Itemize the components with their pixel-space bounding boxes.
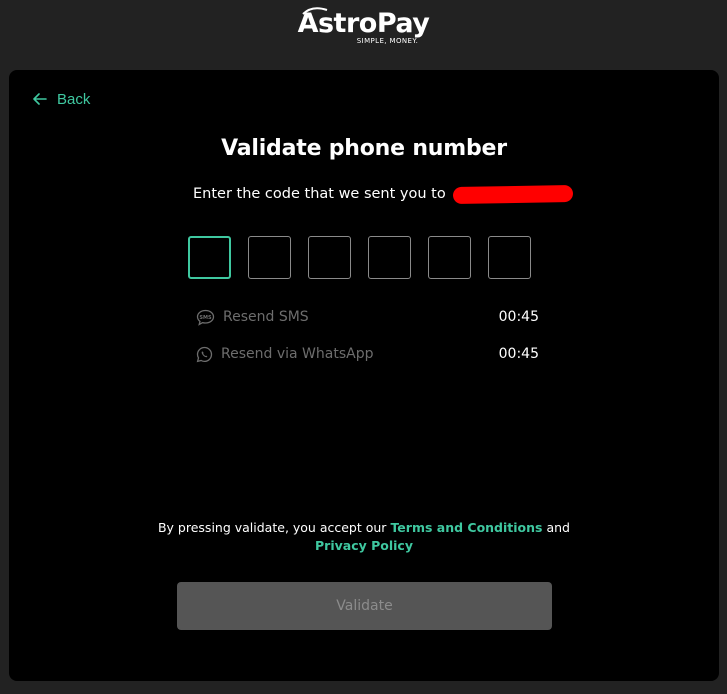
top-bar: AstroPay SIMPLE, MONEY. xyxy=(0,0,727,70)
whatsapp-countdown-timer: 00:45 xyxy=(498,346,539,362)
logo-swoosh-icon xyxy=(301,7,327,15)
sms-countdown-timer: 00:45 xyxy=(498,309,539,325)
resend-sms-button[interactable]: SMS Resend SMS xyxy=(196,309,309,326)
subtitle-text: Enter the code that we sent you to xyxy=(193,186,446,202)
validation-card: Back Validate phone number Enter the cod… xyxy=(9,70,719,681)
redacted-phone-number xyxy=(452,184,573,204)
otp-digit-2[interactable] xyxy=(248,236,291,279)
whatsapp-icon xyxy=(196,346,213,362)
astropay-logo: AstroPay SIMPLE, MONEY. xyxy=(0,7,727,45)
validate-button[interactable]: Validate xyxy=(177,582,552,630)
otp-code-input xyxy=(188,236,531,279)
terms-and-conditions-link[interactable]: Terms and Conditions xyxy=(390,520,542,535)
terms-prefix: By pressing validate, you accept our xyxy=(157,520,387,535)
logo-wordmark: AstroPay xyxy=(298,7,430,40)
back-label: Back xyxy=(57,90,91,108)
otp-digit-5[interactable] xyxy=(428,236,471,279)
privacy-policy-link[interactable]: Privacy Policy xyxy=(315,538,413,553)
svg-text:SMS: SMS xyxy=(199,315,212,321)
resend-sms-label: Resend SMS xyxy=(223,309,309,325)
otp-digit-6[interactable] xyxy=(488,236,531,279)
resend-whatsapp-row: Resend via WhatsApp 00:45 xyxy=(196,344,539,364)
otp-digit-1[interactable] xyxy=(188,236,231,279)
page-title: Validate phone number xyxy=(221,136,507,161)
arrow-left-icon xyxy=(33,93,47,105)
otp-digit-3[interactable] xyxy=(308,236,351,279)
resend-sms-row: SMS Resend SMS 00:45 xyxy=(196,307,539,327)
terms-notice: By pressing validate, you accept our Ter… xyxy=(9,519,719,555)
terms-conjunction: and xyxy=(546,520,570,535)
page-subtitle: Enter the code that we sent you to xyxy=(193,184,573,204)
back-button[interactable]: Back xyxy=(33,89,90,109)
resend-whatsapp-button[interactable]: Resend via WhatsApp xyxy=(196,346,373,363)
resend-whatsapp-label: Resend via WhatsApp xyxy=(221,346,374,362)
otp-digit-4[interactable] xyxy=(368,236,411,279)
sms-bubble-icon: SMS xyxy=(196,309,215,326)
